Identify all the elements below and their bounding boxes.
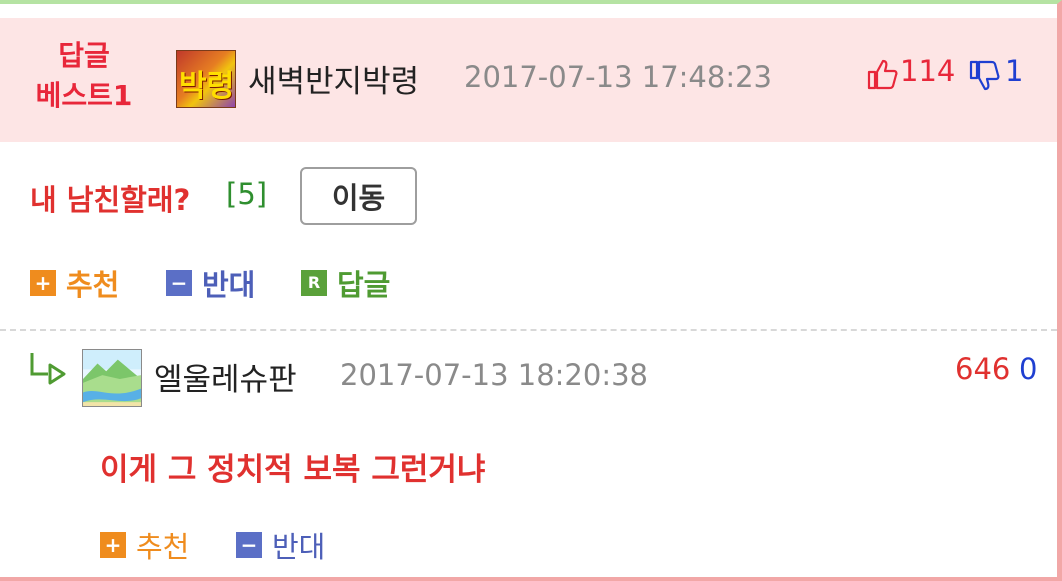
upvote-count: 646 [955, 352, 1011, 386]
username[interactable]: 새벽반지박령 [248, 56, 419, 101]
timestamp: 2017-07-13 18:20:38 [340, 358, 648, 392]
downvote-count: 1 [1005, 54, 1024, 88]
avatar[interactable]: 박령 [176, 50, 236, 108]
downvote-count: 0 [1019, 352, 1038, 386]
reply-count: [5] [226, 177, 268, 211]
thumbs-up-icon[interactable] [866, 58, 898, 90]
badge-line-2: 베스트1 [35, 79, 133, 112]
reply-arrow-icon [30, 353, 66, 385]
post-title-link[interactable]: 내 남친할래? [30, 177, 190, 219]
oppose-label: 반대 [272, 530, 326, 564]
comment-panel: 답글 베스트1 박령 새벽반지박령 2017-07-13 17:48:23 11… [0, 0, 1062, 581]
best-reply-badge: 답글 베스트1 [24, 36, 144, 116]
username[interactable]: 엘울레슈판 [154, 354, 297, 399]
reply-icon: R [301, 270, 327, 296]
minus-icon: − [166, 270, 192, 296]
reply-button[interactable]: R 답글 [301, 262, 390, 304]
oppose-button[interactable]: − 반대 [236, 524, 325, 566]
move-button[interactable]: 이동 [300, 167, 417, 225]
avatar-text: 박령 [179, 69, 235, 104]
timestamp: 2017-07-13 17:48:23 [464, 60, 772, 94]
divider [0, 329, 1057, 331]
plus-icon: + [30, 270, 56, 296]
badge-line-1: 답글 [58, 39, 110, 72]
oppose-button[interactable]: − 반대 [166, 262, 255, 304]
reply-label: 답글 [337, 268, 391, 302]
thumbs-down-icon[interactable] [968, 60, 1000, 92]
plus-icon: + [100, 532, 126, 558]
recommend-button[interactable]: + 추천 [30, 262, 119, 304]
upvote-count: 114 [900, 54, 956, 88]
recommend-label: 추천 [66, 268, 120, 302]
minus-icon: − [236, 532, 262, 558]
recommend-label: 추천 [136, 530, 190, 564]
recommend-button[interactable]: + 추천 [100, 524, 189, 566]
avatar[interactable] [82, 349, 142, 407]
comment-text: 이게 그 정치적 보복 그런거냐 [100, 452, 486, 488]
oppose-label: 반대 [202, 268, 256, 302]
